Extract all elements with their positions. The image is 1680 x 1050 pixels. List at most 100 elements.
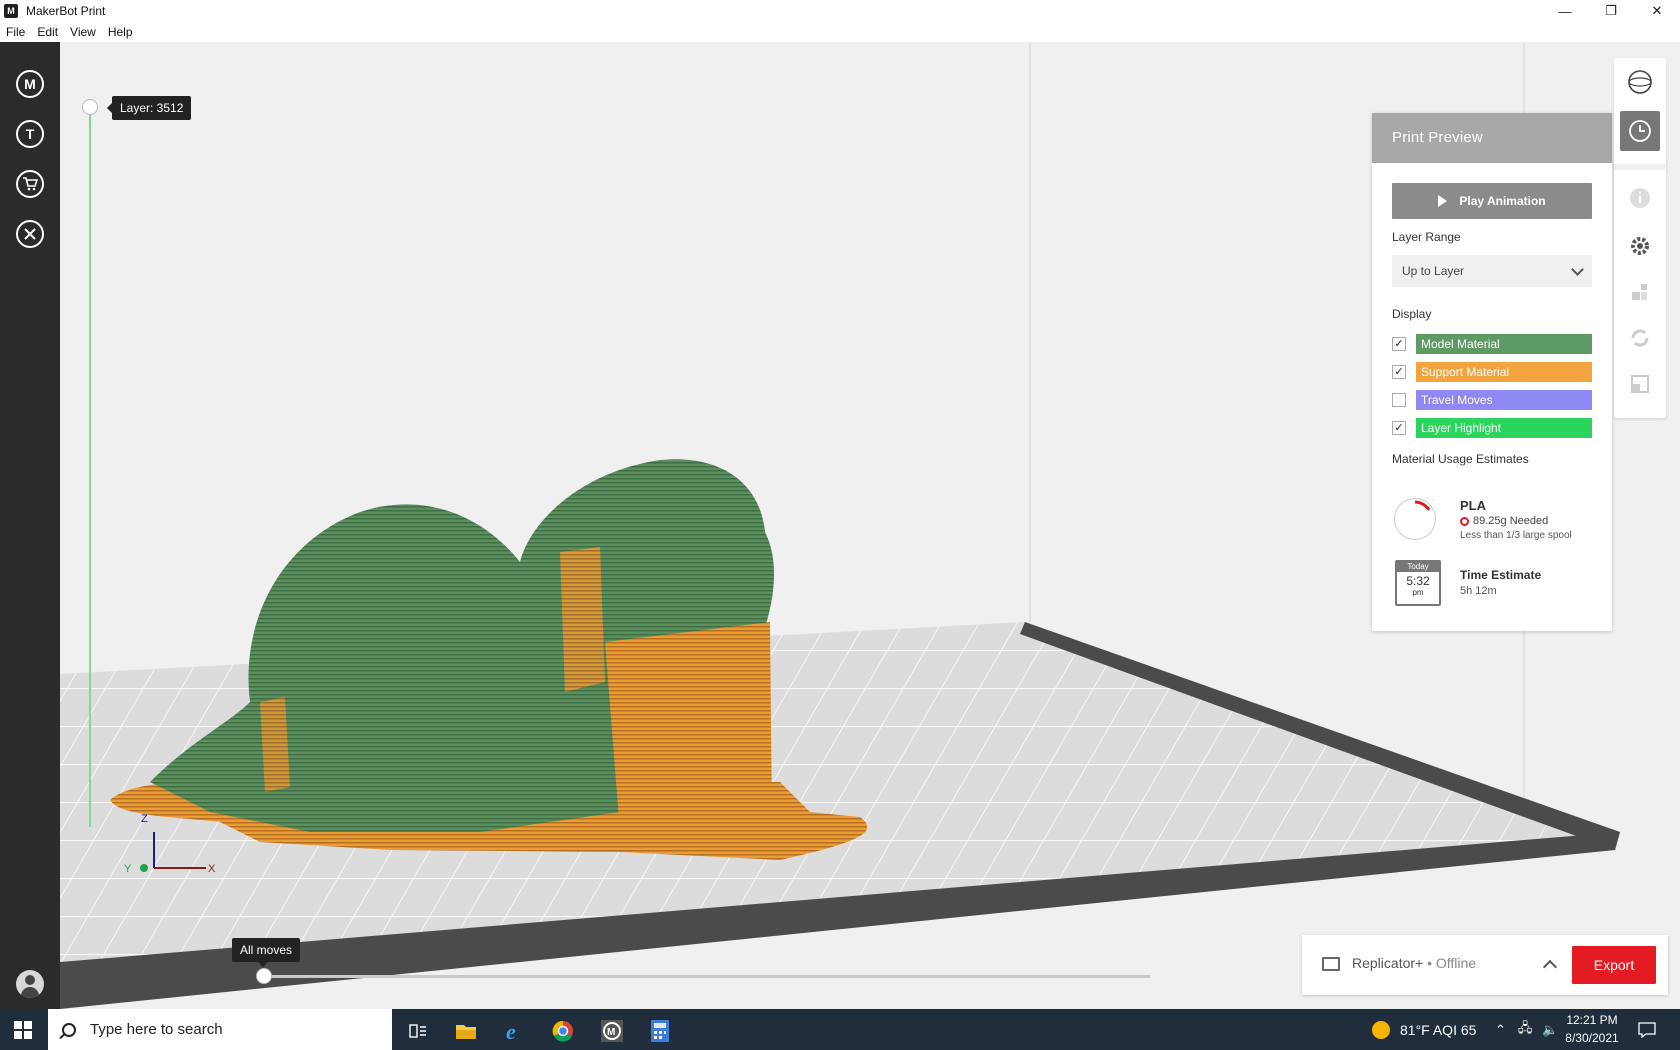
menu-view[interactable]: View — [64, 25, 102, 39]
time-estimate-label: Time Estimate — [1460, 568, 1542, 582]
menu-help[interactable]: Help — [102, 25, 139, 39]
printer-bar: Replicator+ • Offline Export — [1302, 935, 1668, 995]
layer-slider-handle[interactable] — [82, 99, 98, 115]
chevron-up-icon[interactable] — [1542, 959, 1558, 975]
layer-slider-track[interactable] — [89, 107, 91, 827]
tools-icon[interactable] — [16, 220, 44, 248]
scale-icon[interactable] — [1620, 364, 1660, 404]
display-label: Display — [1392, 307, 1432, 321]
y-axis-label: Y — [124, 863, 132, 875]
travel-moves-checkbox[interactable] — [1392, 393, 1406, 407]
internet-explorer-icon[interactable]: e — [492, 1013, 536, 1049]
material-needed: 89.25g Needed — [1460, 515, 1548, 527]
weather-text: 81°F AQI 65 — [1400, 1021, 1477, 1038]
window-title: MakerBot Print — [26, 4, 106, 18]
makerbot-app-icon: M — [4, 4, 18, 18]
search-placeholder: Type here to search — [90, 1021, 223, 1038]
x-axis-label: X — [208, 863, 216, 875]
arrange-icon[interactable] — [1620, 272, 1660, 312]
maximize-button[interactable]: ❐ — [1588, 0, 1634, 22]
calculator-icon[interactable] — [638, 1013, 682, 1049]
close-button[interactable]: ✕ — [1634, 0, 1680, 22]
rotate-icon[interactable] — [1620, 318, 1660, 358]
window-controls: — ❐ ✕ — [1542, 0, 1680, 22]
material-usage-label: Material Usage Estimates — [1392, 452, 1529, 466]
makerbot-taskbar-icon[interactable]: M — [590, 1013, 634, 1049]
printer-name: Replicator+ — [1352, 955, 1424, 971]
material-needed-text: 89.25g Needed — [1473, 515, 1549, 527]
menu-edit[interactable]: Edit — [31, 25, 64, 39]
calendar-finish-time: 5:32 — [1406, 574, 1430, 588]
makerbot-home-icon[interactable]: M — [16, 70, 44, 98]
display-row-travel-moves: Travel Moves — [1392, 390, 1592, 410]
model-material-checkbox[interactable]: ✓ — [1392, 337, 1406, 351]
taskbar-search[interactable]: Type here to search — [48, 1009, 392, 1050]
chrome-icon[interactable] — [541, 1013, 585, 1049]
layer-highlight-swatch: Layer Highlight — [1416, 418, 1592, 438]
model-material-swatch: Model Material — [1416, 334, 1592, 354]
right-toolbar — [1614, 58, 1666, 418]
notifications-icon[interactable] — [1638, 1009, 1656, 1050]
spool-usage-icon — [1394, 498, 1436, 540]
left-sidebar: M T — [0, 42, 60, 1009]
taskbar: Type here to search e M 81°F AQI 65 ⌃ 🖧 … — [0, 1009, 1680, 1050]
calendar-ampm: pm — [1412, 588, 1424, 597]
display-row-support-material: ✓ Support Material — [1392, 362, 1592, 382]
calendar-day-label: Today — [1397, 562, 1439, 572]
info-icon[interactable] — [1620, 178, 1660, 218]
display-row-model-material: ✓ Model Material — [1392, 334, 1592, 354]
layer-range-label: Layer Range — [1392, 230, 1461, 244]
store-cart-icon[interactable] — [16, 170, 44, 198]
menu-bar: File Edit View Help — [0, 22, 1680, 42]
task-view-icon[interactable] — [396, 1013, 440, 1049]
printer-selector[interactable]: Replicator+ • Offline — [1352, 955, 1476, 971]
title-bar: M MakerBot Print — ❐ ✕ — [0, 0, 1680, 22]
toolbar-separator — [1614, 164, 1666, 170]
travel-moves-swatch: Travel Moves — [1416, 390, 1592, 410]
support-material-column — [260, 697, 290, 792]
play-animation-button[interactable]: Play Animation — [1392, 183, 1592, 219]
material-spool-note: Less than 1/3 large spool — [1460, 530, 1572, 541]
menu-file[interactable]: File — [0, 25, 31, 39]
material-name: PLA — [1460, 498, 1486, 513]
taskbar-clock[interactable]: 12:21 PM 8/30/2021 — [1552, 1011, 1632, 1047]
chevron-up-icon[interactable]: ⌃ — [1495, 1022, 1506, 1038]
windows-start-icon[interactable] — [14, 1021, 32, 1039]
print-preview-panel: Print Preview Play Animation Layer Range… — [1372, 113, 1612, 631]
weather-widget[interactable]: 81°F AQI 65 — [1372, 1009, 1476, 1050]
system-tray-icons[interactable]: ⌃ 🖧 🔈 — [1495, 1009, 1559, 1050]
layer-highlight-checkbox[interactable]: ✓ — [1392, 421, 1406, 435]
time-estimate-value: 5h 12m — [1460, 585, 1497, 597]
user-avatar-icon[interactable] — [16, 970, 44, 998]
minimize-button[interactable]: — — [1542, 0, 1588, 22]
material-status-icon — [1460, 516, 1469, 526]
display-row-layer-highlight: ✓ Layer Highlight — [1392, 418, 1592, 438]
printer-status: • Offline — [1423, 955, 1477, 971]
settings-gear-icon[interactable] — [1620, 226, 1660, 266]
panel-title: Print Preview — [1372, 113, 1612, 163]
support-material-swatch: Support Material — [1416, 362, 1592, 382]
chevron-down-icon — [1571, 263, 1584, 276]
calendar-icon: Today 5:32 pm — [1395, 560, 1441, 606]
moves-tooltip: All moves — [232, 938, 301, 967]
y-axis-dot — [140, 864, 148, 872]
layer-tooltip: Layer: 3512 — [106, 96, 192, 120]
view-orbit-icon[interactable] — [1620, 62, 1660, 102]
moves-slider-handle[interactable] — [256, 968, 272, 984]
print-preview-icon[interactable] — [1620, 111, 1660, 151]
printer-icon — [1322, 957, 1340, 971]
svg-text:e: e — [506, 1020, 516, 1042]
export-button[interactable]: Export — [1572, 946, 1656, 984]
play-icon — [1438, 195, 1448, 207]
z-axis-label: Z — [141, 813, 148, 825]
layer-range-select[interactable]: Up to Layer — [1392, 255, 1592, 287]
svg-text:M: M — [607, 1027, 615, 1038]
file-explorer-icon[interactable] — [444, 1013, 488, 1049]
sun-icon — [1372, 1020, 1390, 1039]
moves-slider-track[interactable] — [264, 975, 1150, 978]
clock-date: 8/30/2021 — [1565, 1031, 1619, 1045]
layer-range-value: Up to Layer — [1402, 264, 1465, 278]
support-material-checkbox[interactable]: ✓ — [1392, 365, 1406, 379]
thingiverse-icon[interactable]: T — [16, 120, 44, 148]
network-icon[interactable]: 🖧 — [1518, 1019, 1533, 1041]
